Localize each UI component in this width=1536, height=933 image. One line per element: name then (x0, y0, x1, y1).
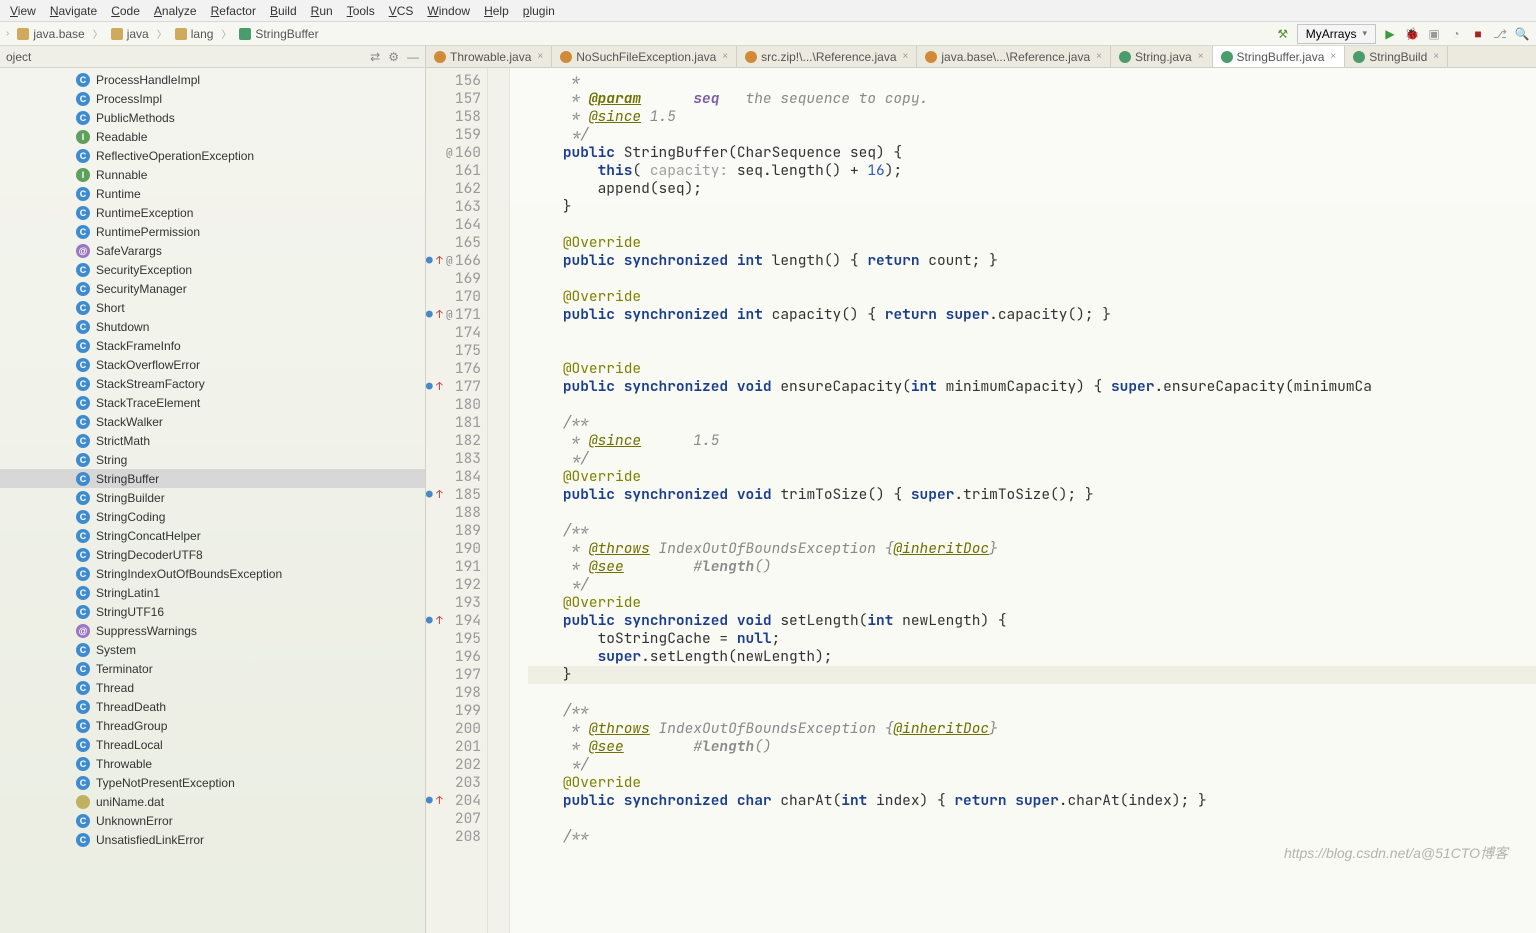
menu-help[interactable]: Help (484, 4, 509, 18)
close-icon[interactable]: × (537, 51, 543, 62)
tree-item[interactable]: Throwable (0, 754, 425, 773)
scroll-from-source-icon[interactable]: ⇄ (370, 50, 380, 64)
navigation-toolbar: ›java.base〉java〉lang〉StringBuffer ⚒ MyAr… (0, 22, 1536, 46)
tree-item[interactable]: StackStreamFactory (0, 374, 425, 393)
menu-bar: View Navigate Code Analyze Refactor Build Run T… (0, 0, 1536, 22)
breadcrumb-item[interactable]: StringBuffer (233, 25, 324, 43)
tree-item[interactable]: StringDecoderUTF8 (0, 545, 425, 564)
breadcrumb[interactable]: ›java.base〉java〉lang〉StringBuffer (6, 25, 325, 43)
tree-item[interactable]: StringBuilder (0, 488, 425, 507)
project-header-title: oject (6, 50, 31, 64)
tree-item[interactable]: Thread (0, 678, 425, 697)
tree-item[interactable]: Short (0, 298, 425, 317)
tree-item[interactable]: Runtime (0, 184, 425, 203)
tree-item[interactable]: SecurityManager (0, 279, 425, 298)
margin-strip (488, 68, 510, 933)
menu-navigate[interactable]: Navigate (50, 4, 97, 18)
source-code[interactable]: * * @param seq the sequence to copy. * @… (510, 68, 1536, 933)
tree-item[interactable]: System (0, 640, 425, 659)
tree-item[interactable]: StringConcatHelper (0, 526, 425, 545)
close-icon[interactable]: × (722, 51, 728, 62)
run-config-label: MyArrays (1306, 27, 1357, 41)
tree-item[interactable]: UnsatisfiedLinkError (0, 830, 425, 849)
build-icon[interactable]: ⚒ (1275, 26, 1291, 42)
tree-item[interactable]: SuppressWarnings (0, 621, 425, 640)
tree-item[interactable]: PublicMethods (0, 108, 425, 127)
tree-item[interactable]: StringLatin1 (0, 583, 425, 602)
tree-item[interactable]: ThreadGroup (0, 716, 425, 735)
tree-item[interactable]: Runnable (0, 165, 425, 184)
tree-item[interactable]: uniName.dat (0, 792, 425, 811)
tree-item[interactable]: UnknownError (0, 811, 425, 830)
tree-item[interactable]: StackOverflowError (0, 355, 425, 374)
close-icon[interactable]: × (903, 51, 909, 62)
close-icon[interactable]: × (1198, 51, 1204, 62)
tree-item[interactable]: TypeNotPresentException (0, 773, 425, 792)
menu-tools[interactable]: Tools (347, 4, 375, 18)
tree-item[interactable]: SafeVarargs (0, 241, 425, 260)
tree-item[interactable]: ProcessImpl (0, 89, 425, 108)
tree-item[interactable]: StringIndexOutOfBoundsException (0, 564, 425, 583)
menu-vcs[interactable]: VCS (389, 4, 414, 18)
menu-run[interactable]: Run (311, 4, 333, 18)
editor-area: Throwable.java×NoSuchFileException.java×… (426, 46, 1536, 933)
tree-item[interactable]: StackWalker (0, 412, 425, 431)
menu-build[interactable]: Build (270, 4, 297, 18)
breadcrumb-item[interactable]: java.base (11, 25, 90, 43)
editor-tab[interactable]: StringBuild× (1345, 46, 1448, 67)
breadcrumb-item[interactable]: lang (169, 25, 220, 43)
hide-icon[interactable]: — (407, 50, 419, 64)
git-icon[interactable]: ⎇ (1492, 26, 1508, 42)
code-editor[interactable]: 156157158159@160161162163164165●↑@166169… (426, 68, 1536, 933)
tree-item[interactable]: Readable (0, 127, 425, 146)
editor-tab[interactable]: src.zip!\...\Reference.java× (737, 46, 917, 67)
search-icon[interactable]: 🔍 (1514, 26, 1530, 42)
project-tree[interactable]: ProcessHandleImplProcessImplPublicMethod… (0, 68, 425, 933)
editor-tab[interactable]: StringBuffer.java× (1213, 46, 1346, 67)
tree-item[interactable]: Terminator (0, 659, 425, 678)
run-icon[interactable]: ▶ (1382, 26, 1398, 42)
gutter[interactable]: 156157158159@160161162163164165●↑@166169… (426, 68, 488, 933)
gear-icon[interactable]: ⚙ (388, 50, 399, 64)
editor-tab[interactable]: java.base\...\Reference.java× (917, 46, 1111, 67)
close-icon[interactable]: × (1096, 51, 1102, 62)
menu-refactor[interactable]: Refactor (211, 4, 256, 18)
profile-icon[interactable]: ◔ (1448, 26, 1464, 42)
tree-item[interactable]: StringBuffer (0, 469, 425, 488)
menu-code[interactable]: Code (111, 4, 140, 18)
menu-analyze[interactable]: Analyze (154, 4, 197, 18)
tree-item[interactable]: StringCoding (0, 507, 425, 526)
tree-item[interactable]: StringUTF16 (0, 602, 425, 621)
toolbar-right: ⚒ MyArrays ▶ 🐞 ▣ ◔ ■ ⎇ 🔍 (1275, 24, 1530, 44)
tree-item[interactable]: StackTraceElement (0, 393, 425, 412)
project-header: oject ⇄ ⚙ — (0, 46, 425, 68)
close-icon[interactable]: × (1433, 51, 1439, 62)
editor-tab[interactable]: NoSuchFileException.java× (552, 46, 737, 67)
tree-item[interactable]: RuntimePermission (0, 222, 425, 241)
project-tool-window: oject ⇄ ⚙ — ProcessHandleImplProcessImpl… (0, 46, 426, 933)
tree-item[interactable]: SecurityException (0, 260, 425, 279)
tree-item[interactable]: ThreadDeath (0, 697, 425, 716)
tree-item[interactable]: ProcessHandleImpl (0, 70, 425, 89)
tree-item[interactable]: StackFrameInfo (0, 336, 425, 355)
menu-window[interactable]: Window (427, 4, 470, 18)
editor-tab[interactable]: Throwable.java× (426, 46, 552, 67)
tree-item[interactable]: ThreadLocal (0, 735, 425, 754)
close-icon[interactable]: × (1330, 51, 1336, 62)
tree-item[interactable]: StrictMath (0, 431, 425, 450)
tree-item[interactable]: String (0, 450, 425, 469)
main-split: oject ⇄ ⚙ — ProcessHandleImplProcessImpl… (0, 46, 1536, 933)
tree-item[interactable]: ReflectiveOperationException (0, 146, 425, 165)
editor-tab[interactable]: String.java× (1111, 46, 1213, 67)
debug-icon[interactable]: 🐞 (1404, 26, 1420, 42)
coverage-icon[interactable]: ▣ (1426, 26, 1442, 42)
editor-tabs[interactable]: Throwable.java×NoSuchFileException.java×… (426, 46, 1536, 68)
menu-view[interactable]: View (10, 4, 36, 18)
menu-plugin[interactable]: plugin (523, 4, 555, 18)
breadcrumb-item[interactable]: java (105, 25, 155, 43)
tree-item[interactable]: Shutdown (0, 317, 425, 336)
run-config-dropdown[interactable]: MyArrays (1297, 24, 1376, 44)
tree-item[interactable]: RuntimeException (0, 203, 425, 222)
stop-icon[interactable]: ■ (1470, 26, 1486, 42)
